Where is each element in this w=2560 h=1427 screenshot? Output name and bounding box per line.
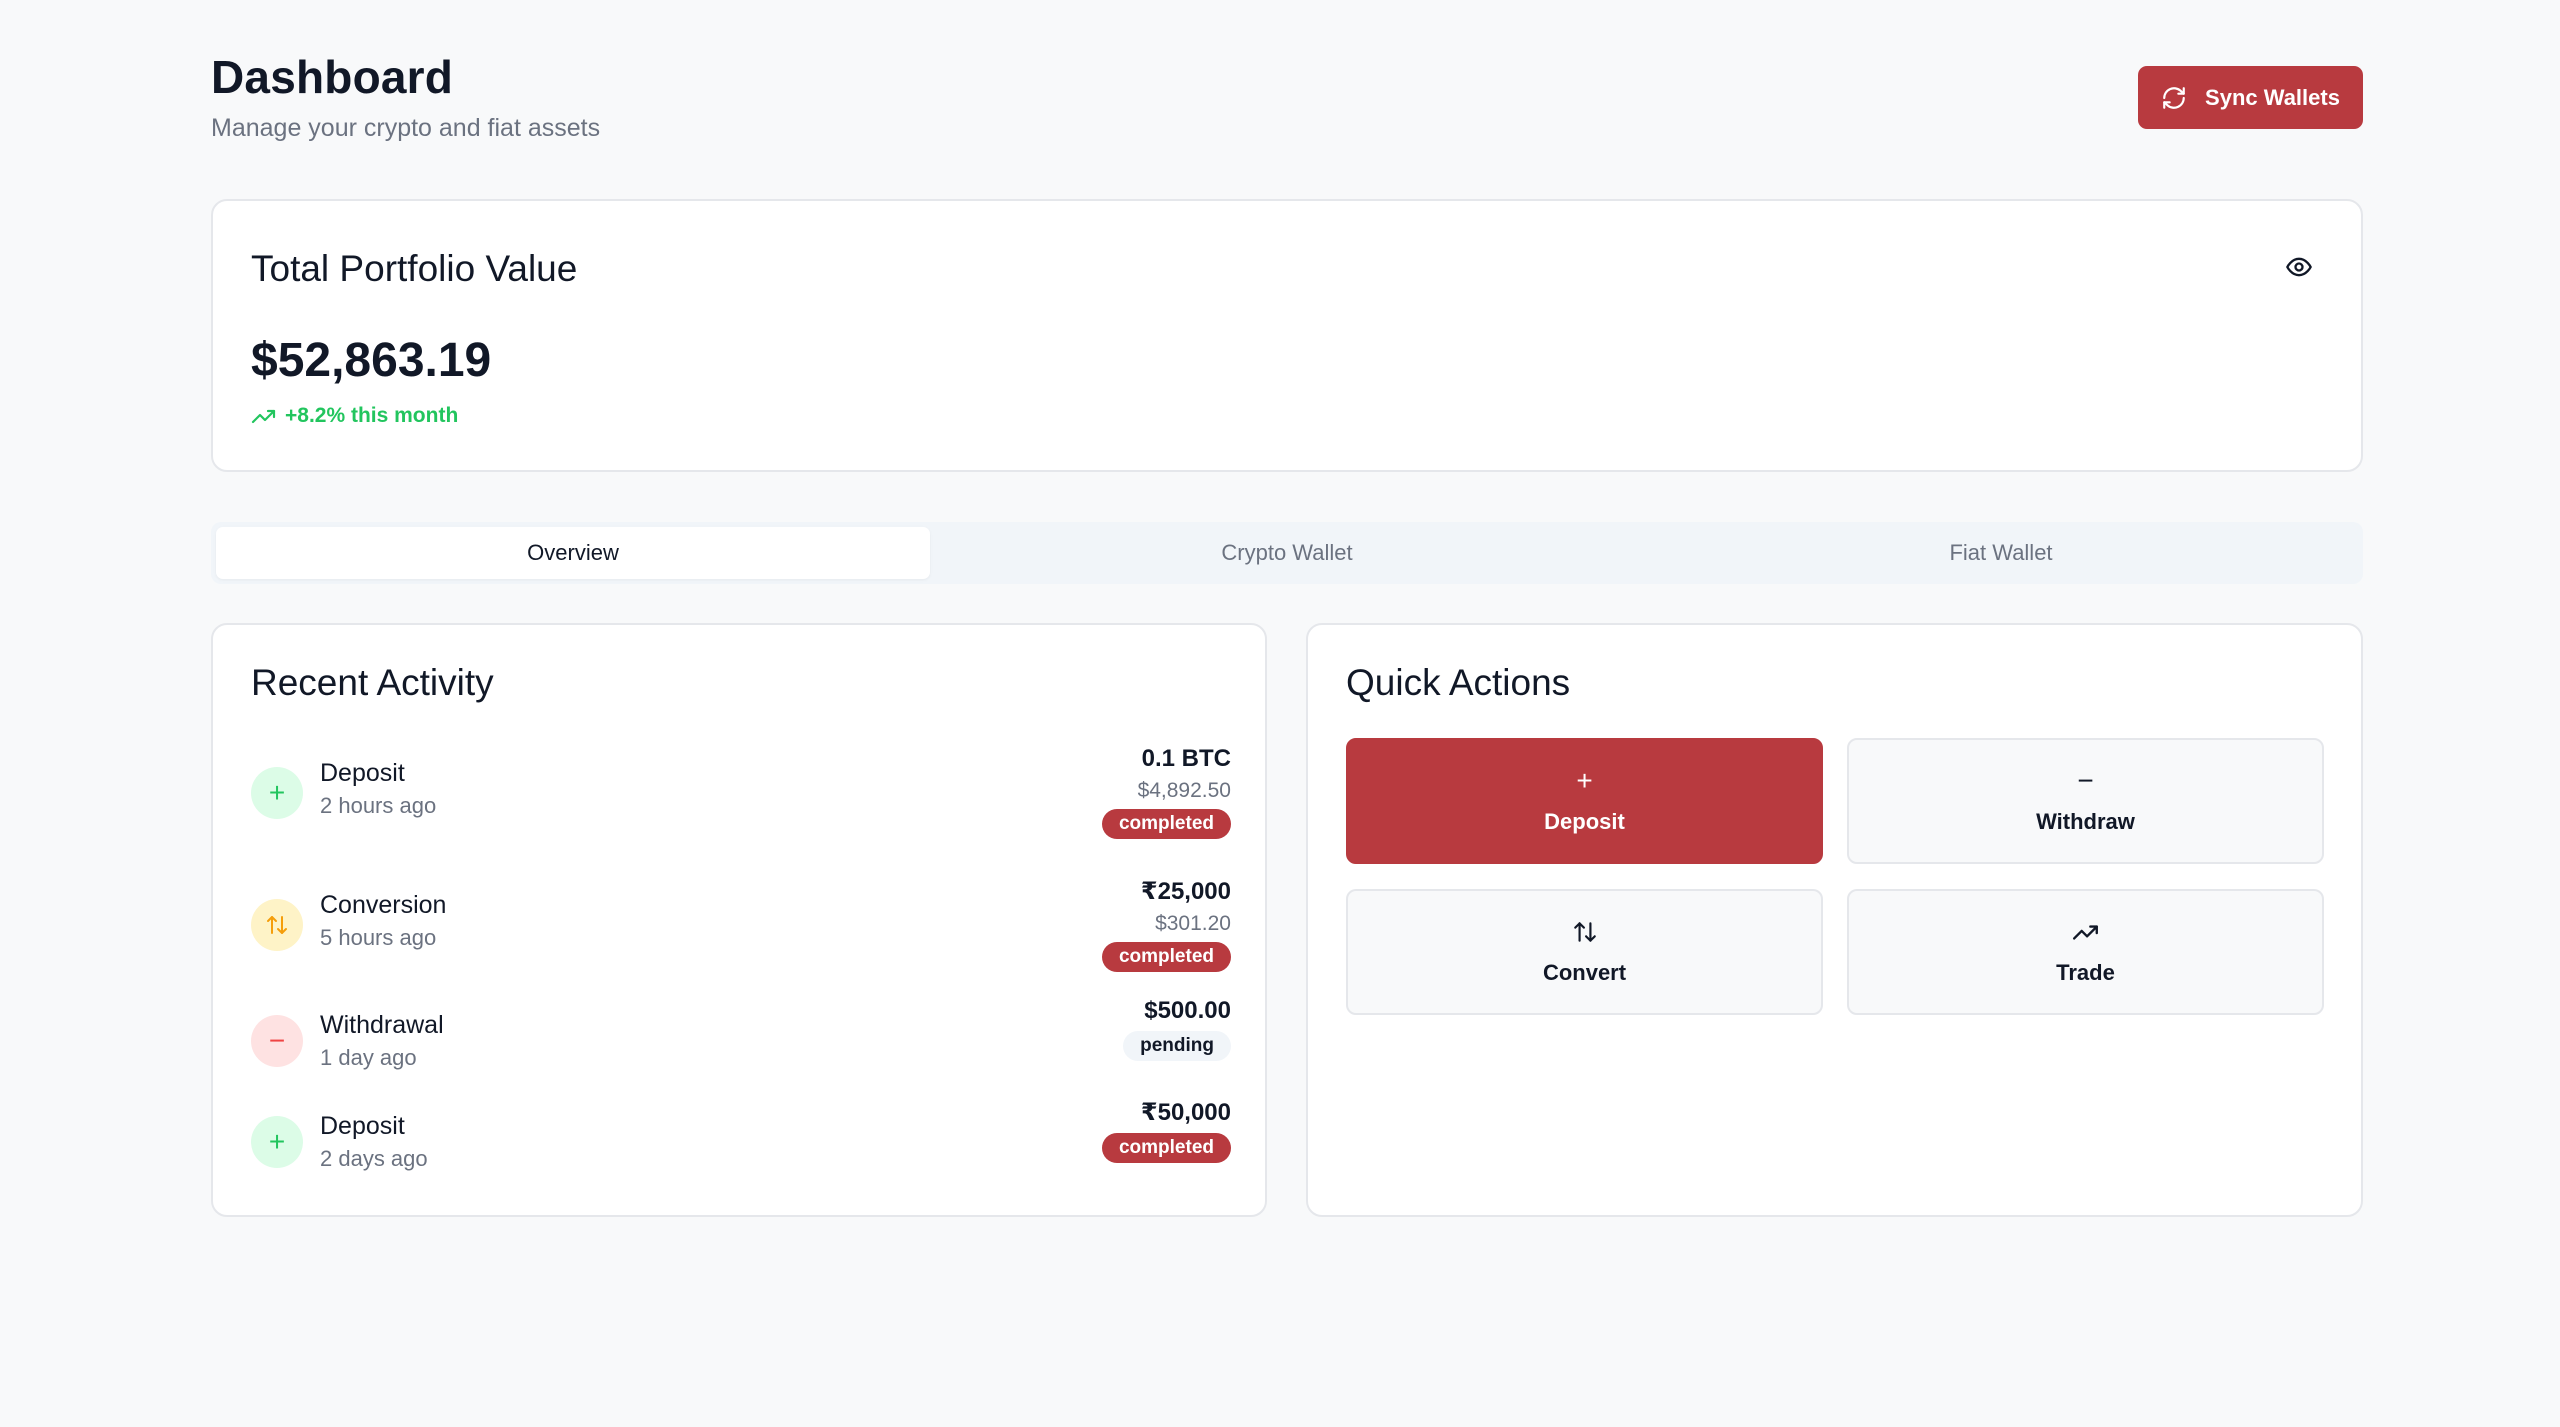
status-badge: completed [1101, 809, 1231, 839]
plus-icon: + [1576, 765, 1593, 796]
trending-up-icon [2072, 918, 2100, 946]
withdraw-label: Withdraw [2036, 809, 2135, 834]
activity-time: 2 hours ago [320, 793, 437, 818]
activity-amount: $500.00 [1144, 997, 1231, 1024]
portfolio-card: Total Portfolio Value $52,863.19 +8.2% t… [211, 199, 2363, 472]
swap-icon [251, 899, 303, 951]
activity-fiat-value: $4,892.50 [1137, 779, 1231, 802]
tab-overview[interactable]: Overview [216, 527, 930, 579]
dashboard-page: Dashboard Manage your crypto and fiat as… [0, 0, 2560, 1427]
eye-icon[interactable] [2285, 253, 2313, 281]
convert-label: Convert [1542, 960, 1627, 985]
wallet-tabs: Overview Crypto Wallet Fiat Wallet [211, 522, 2363, 584]
activity-time: 5 hours ago [320, 925, 437, 950]
sync-wallets-button[interactable]: Sync Wallets [2138, 66, 2363, 129]
swap-icon [1572, 918, 1598, 946]
activity-time: 2 days ago [320, 1146, 428, 1171]
activity-row[interactable]: Conversion 5 hours ago ₹25,000 $301.20 c… [251, 877, 1231, 979]
refresh-icon [2163, 86, 2185, 109]
activity-type: Conversion [320, 891, 447, 919]
minus-icon: − [251, 1015, 303, 1067]
activity-amounts: 0.1 BTC $4,892.50 completed [1101, 745, 1231, 839]
activity-amounts: ₹50,000 completed [1101, 1098, 1231, 1163]
tab-crypto-wallet[interactable]: Crypto Wallet [930, 527, 1644, 579]
portfolio-change-text: +8.2% this month [285, 404, 459, 427]
convert-button[interactable]: Convert [1346, 889, 1823, 1015]
trending-up-icon [251, 409, 276, 424]
portfolio-change: +8.2% this month [251, 404, 458, 428]
activity-fiat-value: $301.20 [1155, 912, 1231, 935]
quick-actions-card: Quick Actions + Deposit − Withdraw Conve… [1306, 623, 2363, 1217]
deposit-label: Deposit [1544, 809, 1625, 834]
minus-icon: − [2077, 765, 2094, 796]
status-badge: completed [1101, 1133, 1231, 1163]
status-badge: pending [1123, 1031, 1231, 1061]
withdraw-button[interactable]: − Withdraw [1847, 738, 2324, 864]
activity-time: 1 day ago [320, 1045, 417, 1070]
recent-activity-title: Recent Activity [251, 662, 494, 703]
activity-row[interactable]: + Deposit 2 days ago ₹50,000 completed [251, 1099, 1231, 1182]
activity-amounts: ₹25,000 $301.20 completed [1101, 877, 1231, 972]
activity-type: Deposit [320, 1112, 405, 1140]
sync-wallets-label: Sync Wallets [2205, 84, 2340, 110]
deposit-button[interactable]: + Deposit [1346, 738, 1823, 864]
trade-label: Trade [2056, 960, 2115, 985]
activity-row[interactable]: − Withdrawal 1 day ago $500.00 pending [251, 997, 1231, 1081]
portfolio-value: $52,863.19 [251, 334, 492, 387]
recent-activity-card: Recent Activity + Deposit 2 hours ago 0.… [211, 623, 1267, 1217]
activity-type: Withdrawal [320, 1011, 444, 1039]
quick-actions-title: Quick Actions [1346, 662, 1571, 703]
activity-type: Deposit [320, 759, 405, 787]
trade-button[interactable]: Trade [1847, 889, 2324, 1015]
status-badge: completed [1101, 942, 1231, 972]
page-title: Dashboard [211, 51, 454, 103]
activity-row[interactable]: + Deposit 2 hours ago 0.1 BTC $4,892.50 … [251, 745, 1231, 847]
plus-icon: + [251, 767, 303, 819]
plus-icon: + [251, 1116, 303, 1168]
activity-amount: 0.1 BTC [1141, 745, 1231, 772]
page-subtitle: Manage your crypto and fiat assets [211, 114, 601, 142]
activity-amount: ₹50,000 [1140, 1099, 1231, 1126]
activity-amount: ₹25,000 [1140, 878, 1231, 905]
activity-amounts: $500.00 pending [1123, 997, 1231, 1061]
tab-fiat-wallet[interactable]: Fiat Wallet [1644, 527, 2358, 579]
portfolio-title: Total Portfolio Value [251, 248, 578, 289]
